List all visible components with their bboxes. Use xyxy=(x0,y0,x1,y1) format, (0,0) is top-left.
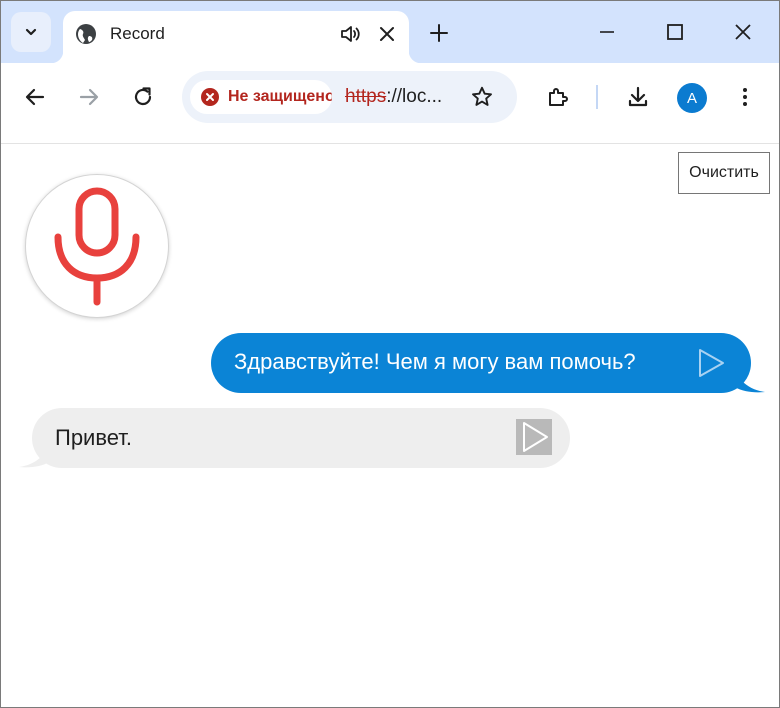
reload-icon[interactable] xyxy=(131,85,155,109)
address-bar[interactable]: Не защищено https://loc... xyxy=(182,71,517,123)
tab-search-button[interactable] xyxy=(11,12,51,52)
toolbar-divider xyxy=(596,85,598,109)
globe-icon xyxy=(76,24,96,44)
browser-window: Record Не защищено https://loc... A Очис… xyxy=(0,0,780,708)
profile-avatar[interactable]: A xyxy=(677,83,707,113)
not-secure-icon xyxy=(201,88,219,106)
bubble-tail xyxy=(735,371,765,393)
message-assistant: Здравствуйте! Чем я могу вам помочь? xyxy=(211,333,765,393)
url-text[interactable]: https://loc... xyxy=(345,86,442,108)
chevron-down-icon xyxy=(25,28,37,36)
browser-toolbar: Не защищено https://loc... A xyxy=(1,63,779,144)
tab-title: Record xyxy=(110,24,165,43)
arrow-left-icon[interactable] xyxy=(23,85,47,109)
play-button[interactable] xyxy=(516,419,552,455)
message-text: Привет. xyxy=(55,425,133,450)
security-indicator[interactable]: Не защищено xyxy=(190,80,332,114)
kebab-menu-icon[interactable] xyxy=(733,85,757,109)
play-icon xyxy=(523,422,548,452)
close-icon[interactable] xyxy=(376,23,398,45)
url-rest: ://loc... xyxy=(386,86,443,107)
message-user: Привет. xyxy=(19,408,570,468)
clear-button[interactable]: Очистить xyxy=(678,152,770,194)
puzzle-icon[interactable] xyxy=(546,85,570,109)
arrow-right-icon[interactable] xyxy=(77,85,101,109)
star-icon[interactable] xyxy=(470,85,494,109)
speaker-icon[interactable] xyxy=(339,23,361,45)
bubble-tail xyxy=(19,446,49,468)
security-label: Не защищено xyxy=(228,88,332,105)
plus-icon[interactable] xyxy=(428,22,450,44)
download-icon[interactable] xyxy=(626,85,650,109)
play-icon[interactable] xyxy=(697,348,725,378)
url-scheme: https xyxy=(345,86,387,107)
title-bar: Record xyxy=(1,1,779,63)
tab-record[interactable]: Record xyxy=(51,11,421,63)
microphone-icon xyxy=(54,187,140,306)
message-text: Здравствуйте! Чем я могу вам помочь? xyxy=(234,349,636,374)
minimize-icon[interactable] xyxy=(596,21,618,43)
window-close-icon[interactable] xyxy=(732,21,754,43)
maximize-icon[interactable] xyxy=(664,21,686,43)
record-button[interactable] xyxy=(25,174,169,318)
page-content: Очистить Здравствуйте! Чем я могу вам по… xyxy=(1,144,779,707)
